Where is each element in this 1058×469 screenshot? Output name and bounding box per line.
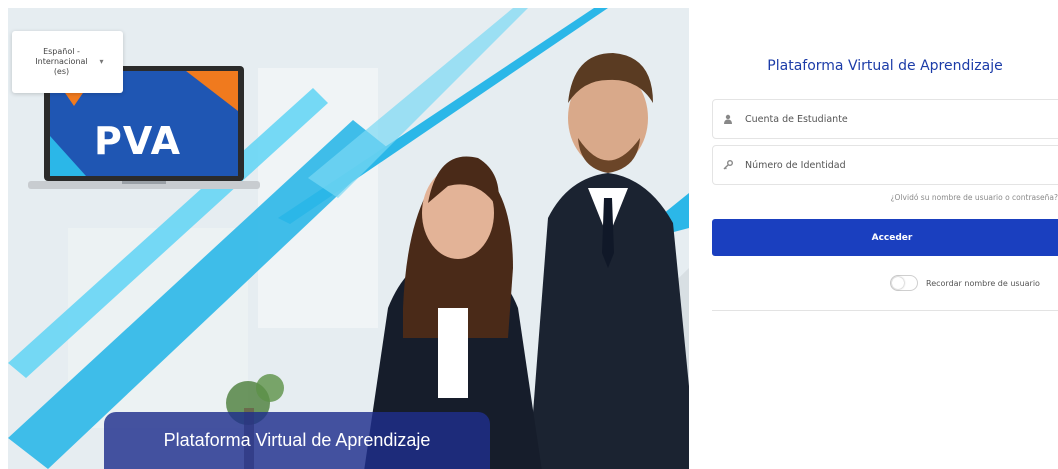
hero-banner: PVA Español - Internacional (es) ▾ Plata… — [8, 8, 689, 469]
remember-label: Recordar nombre de usuario — [926, 278, 1040, 288]
divider — [712, 310, 1058, 311]
password-input[interactable] — [743, 158, 1047, 172]
pva-logo: PVA — [94, 119, 182, 163]
forgot-credentials-link[interactable]: ¿Olvidó su nombre de usuario o contraseñ… — [712, 193, 1058, 202]
language-select[interactable]: Español - Internacional (es) ▾ — [12, 31, 123, 93]
remember-toggle[interactable] — [890, 275, 918, 291]
login-button[interactable]: Acceder — [712, 219, 1058, 256]
hero-caption: Plataforma Virtual de Aprendizaje — [104, 412, 490, 469]
remember-username[interactable]: Recordar nombre de usuario — [890, 273, 1058, 293]
language-select-label: Español - Internacional (es) — [35, 47, 88, 76]
chevron-down-icon: ▾ — [99, 57, 104, 66]
key-icon — [713, 160, 743, 170]
user-icon — [713, 114, 743, 124]
toggle-knob — [892, 277, 904, 289]
username-field[interactable] — [712, 99, 1058, 139]
username-input[interactable] — [743, 112, 1047, 126]
password-field[interactable] — [712, 145, 1058, 185]
page-title: Plataforma Virtual de Aprendizaje — [767, 58, 1003, 74]
